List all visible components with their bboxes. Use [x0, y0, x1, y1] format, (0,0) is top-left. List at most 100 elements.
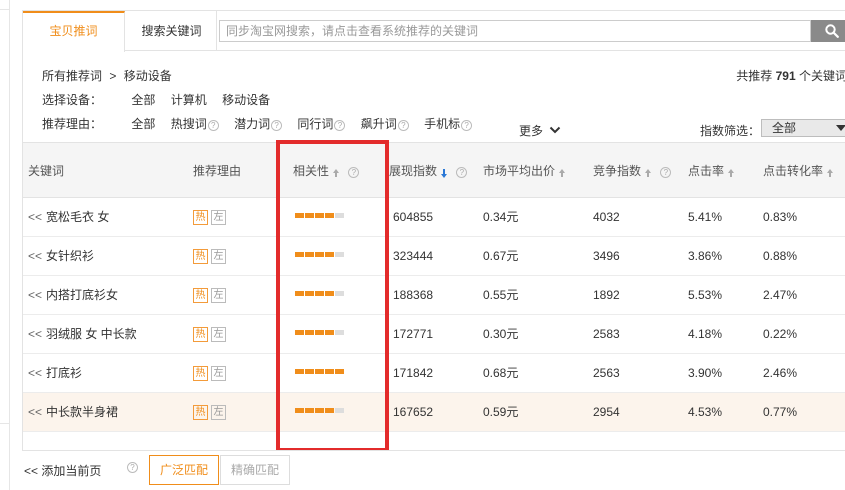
cvr-cell: 0.77% — [763, 405, 798, 419]
cvr-cell: 0.22% — [763, 327, 798, 341]
left-tag: 左 — [211, 405, 226, 421]
more-filters-button[interactable]: 更多 — [519, 122, 561, 139]
relevance-bars — [295, 408, 345, 414]
relevance-segment — [295, 408, 304, 413]
keyword-text: 打底衫 — [46, 366, 83, 380]
sort-up-icon[interactable] — [333, 169, 340, 177]
impressions-cell: 188368 — [393, 288, 434, 302]
ctr-cell: 4.53% — [688, 405, 723, 419]
reason-filter-label: 推荐理由： — [42, 117, 103, 131]
relevance-segment — [335, 369, 344, 374]
index-filter-label: 指数筛选： — [700, 124, 761, 138]
search-button[interactable] — [811, 20, 845, 42]
left-tag: 左 — [211, 366, 226, 382]
hot-tag: 热 — [193, 249, 208, 265]
reason-cell: 热左 — [193, 237, 229, 276]
breadcrumb: 所有推荐词 > 移动设备 — [42, 67, 176, 84]
ctr-cell: 3.86% — [688, 249, 723, 263]
device-option-mobile[interactable]: 移动设备 — [222, 91, 270, 108]
total-suffix: 个关键词 — [798, 69, 845, 83]
help-icon[interactable]: ? — [660, 167, 672, 178]
reason-cell: 热左 — [193, 198, 229, 237]
add-keyword-button[interactable]: << — [28, 210, 42, 224]
total-number: 791 — [775, 69, 796, 83]
avg-bid-cell: 0.34元 — [483, 210, 519, 224]
sort-up-icon[interactable] — [645, 169, 652, 177]
table-row: << 内搭打底衫女 热左 188368 0.55元 1892 5.53% 2.47… — [23, 276, 845, 315]
relevance-segment — [325, 291, 334, 296]
keyword-text: 女针织衫 — [46, 249, 95, 263]
help-icon[interactable]: ? — [334, 120, 346, 131]
help-icon[interactable]: ? — [456, 167, 468, 178]
tab-bar: 宝贝推词 搜索关键词 — [23, 11, 845, 52]
tab-search-keywords[interactable]: 搜索关键词 — [127, 11, 217, 51]
device-option-all[interactable]: 全部 — [131, 91, 155, 108]
cvr-cell: 0.83% — [763, 210, 798, 224]
help-icon[interactable]: ? — [271, 120, 283, 131]
sort-up-icon[interactable] — [827, 169, 834, 177]
reason-option-hot[interactable]: 热搜词? — [171, 115, 219, 132]
caret-down-icon — [836, 125, 845, 131]
reason-option-label: 潜力词 — [234, 117, 271, 131]
col-impressions-label: 展现指数 — [389, 164, 438, 178]
sort-up-icon[interactable] — [559, 169, 566, 177]
reason-option-rising[interactable]: 飙升词? — [361, 115, 409, 132]
more-label: 更多 — [519, 124, 544, 138]
help-icon[interactable]: ? — [461, 120, 473, 131]
ctr-cell: 4.18% — [688, 327, 723, 341]
search-input[interactable] — [219, 20, 811, 42]
reason-option-all[interactable]: 全部 — [131, 115, 155, 132]
relevance-segment — [295, 369, 304, 374]
col-ctr[interactable]: 点击率 — [688, 143, 735, 199]
relevance-segment — [295, 252, 304, 257]
relevance-segment — [335, 291, 344, 296]
table-footer: << 添加当前页 ? 广泛匹配 精确匹配 — [22, 450, 845, 490]
add-keyword-button[interactable]: << — [28, 366, 42, 380]
keyword-panel: 宝贝推词 搜索关键词 所有推荐词 > 移动设备 共推荐 791 个关键词 选择设… — [22, 10, 845, 490]
reason-option-peer[interactable]: 同行词? — [297, 115, 346, 132]
reason-option-mobile[interactable]: 手机标? — [424, 115, 473, 132]
relevance-segment — [295, 291, 304, 296]
relevance-cell — [295, 237, 355, 276]
col-relevance[interactable]: 相关性 ? — [293, 143, 360, 199]
col-cvr[interactable]: 点击转化率 — [763, 143, 834, 199]
add-keyword-button[interactable]: << — [28, 405, 42, 419]
relevance-segment — [305, 408, 314, 413]
index-filter-value: 全部 — [772, 121, 797, 135]
relevance-segment — [315, 369, 324, 374]
relevance-bars — [295, 252, 345, 258]
help-icon[interactable]: ? — [207, 120, 219, 131]
left-gutter — [0, 0, 10, 490]
col-avg-bid[interactable]: 市场平均出价 — [483, 143, 566, 199]
sort-up-icon[interactable] — [728, 169, 735, 177]
ctr-cell: 5.53% — [688, 288, 723, 302]
avg-bid-cell: 0.67元 — [483, 249, 519, 263]
relevance-segment — [335, 408, 344, 413]
add-keyword-button[interactable]: << — [28, 249, 42, 263]
keyword-cell: << 中长款半身裙 — [28, 393, 118, 432]
help-icon[interactable]: ? — [348, 167, 360, 178]
help-icon[interactable]: ? — [397, 120, 409, 131]
col-reason: 推荐理由 — [193, 164, 242, 178]
col-competition[interactable]: 竞争指数 ? — [593, 143, 672, 199]
device-option-computer[interactable]: 计算机 — [171, 91, 207, 108]
reason-cell: 热左 — [193, 393, 229, 432]
breadcrumb-root[interactable]: 所有推荐词 — [42, 69, 102, 83]
exact-match-button[interactable]: 精确匹配 — [220, 455, 290, 485]
broad-match-button[interactable]: 广泛匹配 — [149, 455, 219, 485]
relevance-segment — [325, 213, 334, 218]
col-impressions[interactable]: 展现指数 ? — [389, 143, 468, 199]
reason-option-label: 飙升词 — [360, 117, 397, 131]
add-current-page-button[interactable]: << 添加当前页 — [24, 462, 101, 479]
add-keyword-button[interactable]: << — [28, 327, 42, 341]
sort-down-icon[interactable] — [441, 169, 448, 178]
relevance-bars — [295, 330, 345, 336]
tab-item-recommend[interactable]: 宝贝推词 — [23, 11, 125, 52]
add-keyword-button[interactable]: << — [28, 288, 42, 302]
relevance-segment — [325, 408, 334, 413]
col-keyword: 关键词 — [28, 164, 65, 178]
col-competition-label: 竞争指数 — [593, 164, 642, 178]
help-icon[interactable]: ? — [127, 462, 138, 473]
index-filter-select[interactable]: 全部 — [761, 119, 845, 137]
reason-option-potential[interactable]: 潜力词? — [234, 115, 283, 132]
